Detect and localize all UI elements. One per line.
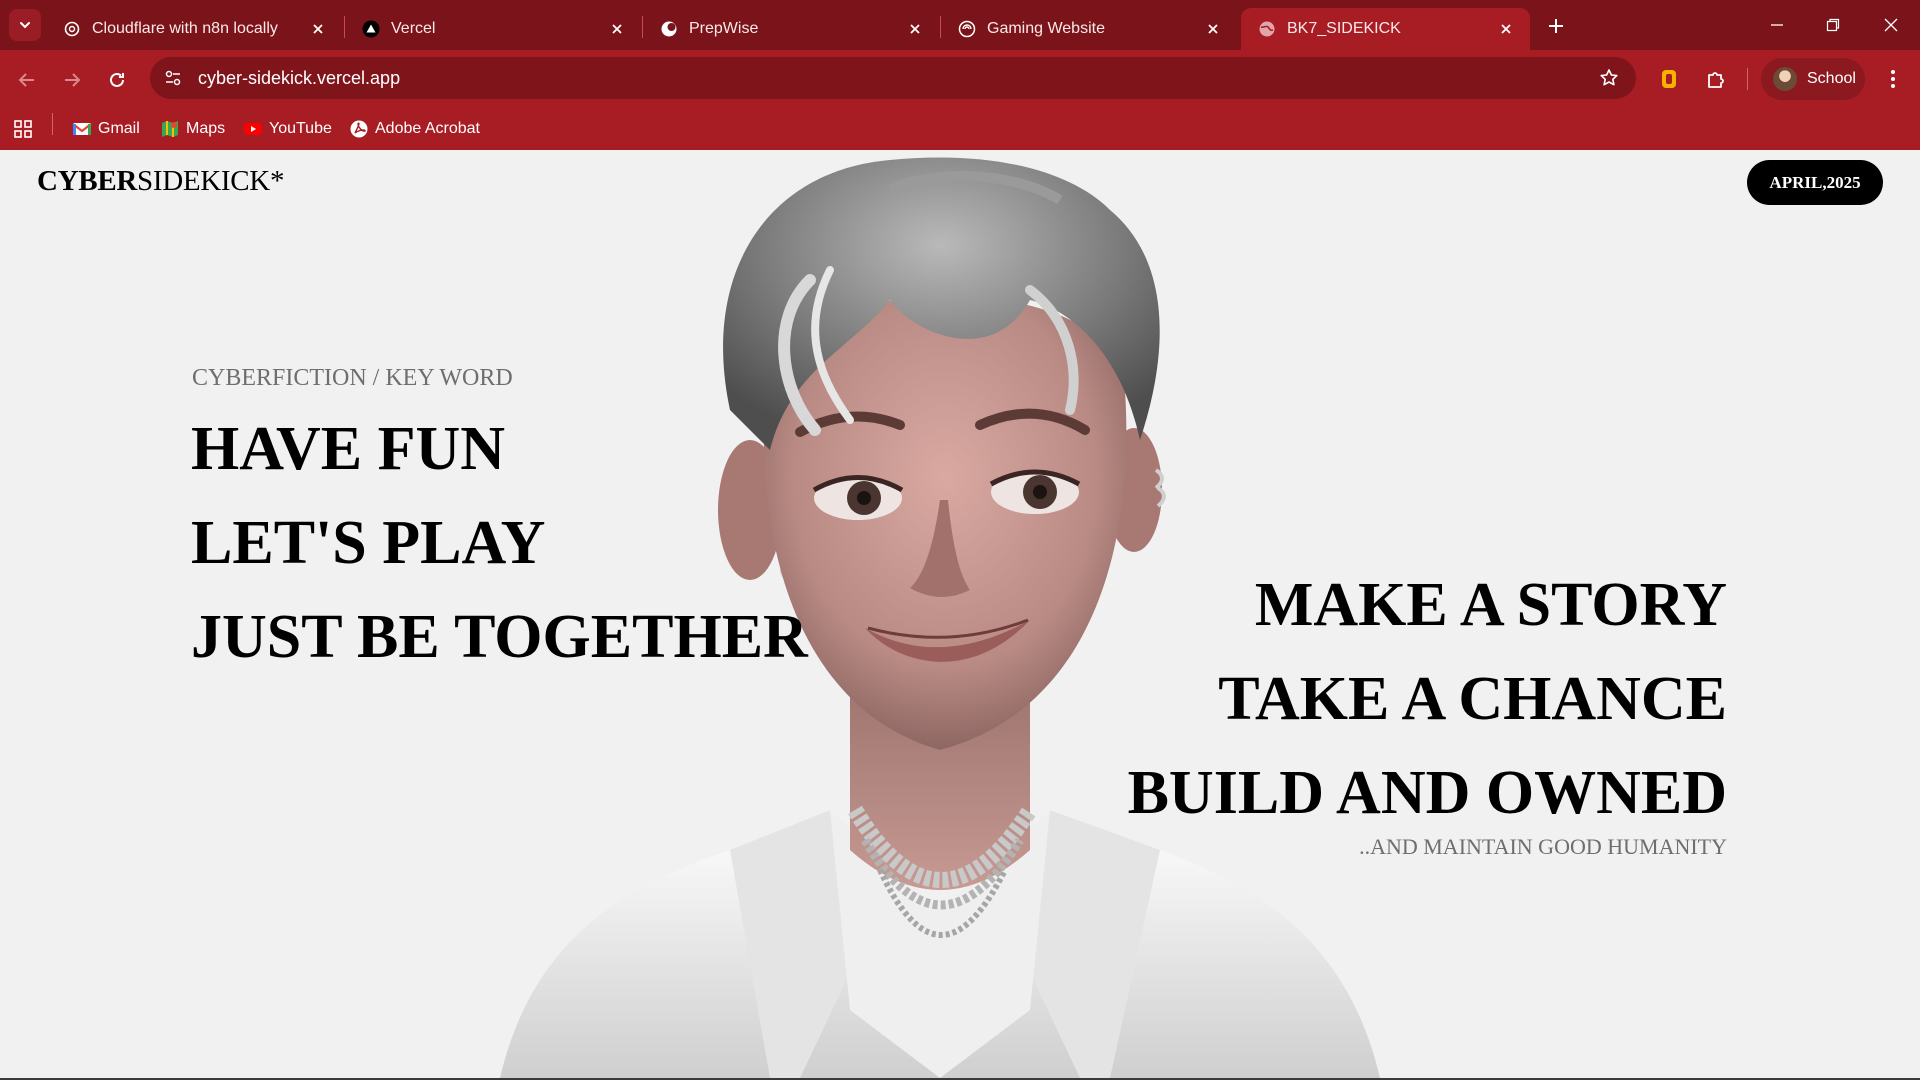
globe-icon	[1257, 19, 1277, 39]
site-logo[interactable]: CYBERSIDEKICK*	[37, 165, 284, 198]
tab-bk7-sidekick[interactable]: BK7_SIDEKICK	[1241, 8, 1530, 50]
tab-strip: Cloudflare with n8n locally Vercel PrepW…	[0, 0, 1920, 50]
hero-right-headline: MAKE A STORY TAKE A CHANCE BUILD AND OWN…	[1128, 558, 1727, 840]
headline-line: JUST BE TOGETHER	[191, 603, 808, 671]
toolbar-divider	[1747, 68, 1748, 90]
tab-label: BK7_SIDEKICK	[1287, 20, 1401, 37]
new-tab-button[interactable]	[1543, 13, 1569, 39]
bookmarks-divider	[52, 113, 53, 135]
back-button[interactable]	[13, 66, 41, 94]
plus-icon	[1549, 19, 1563, 33]
close-icon[interactable]	[1496, 19, 1516, 39]
swirl-icon	[957, 19, 977, 39]
hero-left-headline: HAVE FUN LET'S PLAY JUST BE TOGETHER	[191, 402, 808, 684]
restore-button[interactable]	[1820, 12, 1846, 38]
bookmark-gmail[interactable]: Gmail	[72, 118, 140, 140]
close-icon[interactable]	[905, 19, 925, 39]
avatar	[1773, 67, 1797, 91]
tab-cloudflare-n8n[interactable]: Cloudflare with n8n locally	[46, 8, 342, 50]
close-icon	[1884, 18, 1898, 32]
bookmark-maps[interactable]: Maps	[160, 118, 225, 140]
reload-button[interactable]	[103, 66, 131, 94]
tab-label: PrepWise	[689, 20, 759, 37]
hero-kicker: CYBERFICTION / KEY WORD	[192, 365, 513, 391]
bookmark-adobe-acrobat[interactable]: Adobe Acrobat	[349, 118, 480, 140]
forward-button[interactable]	[58, 66, 86, 94]
apps-button[interactable]	[13, 118, 33, 140]
extension-badge-icon[interactable]	[1655, 65, 1683, 93]
url-text[interactable]: cyber-sidekick.vercel.app	[198, 68, 400, 89]
profile-label: School	[1807, 70, 1856, 87]
more-vertical-icon	[1891, 70, 1895, 88]
tab-search-button[interactable]	[9, 9, 41, 41]
tab-label: Vercel	[391, 20, 436, 37]
prepwise-icon	[659, 19, 679, 39]
hero-text-layer: CYBERSIDEKICK* APRIL,2025 CYBERFICTION /…	[0, 150, 1920, 1078]
extensions-puzzle-icon[interactable]	[1702, 65, 1730, 93]
bookmark-star-icon[interactable]	[1598, 67, 1620, 89]
close-icon[interactable]	[1203, 19, 1223, 39]
gmail-icon	[72, 119, 92, 139]
restore-icon	[1826, 18, 1840, 32]
close-icon[interactable]	[308, 19, 328, 39]
tab-label: Cloudflare with n8n locally	[92, 20, 278, 37]
browser-menu-button[interactable]	[1879, 65, 1907, 93]
maps-icon	[160, 119, 180, 139]
close-icon[interactable]	[607, 19, 627, 39]
headline-line: BUILD AND OWNED	[1127, 759, 1727, 827]
site-settings-icon[interactable]	[162, 67, 184, 89]
acrobat-icon	[349, 119, 369, 139]
tab-gaming-website[interactable]: Gaming Website	[941, 8, 1237, 50]
bookmark-youtube[interactable]: YouTube	[243, 118, 332, 140]
bookmarks-bar: Gmail Maps YouTube Adobe Acrobat	[0, 108, 1920, 150]
logo-bold-text: CYBER	[37, 165, 138, 197]
reload-icon	[110, 72, 124, 87]
hero-tagline: ..AND MAINTAIN GOOD HUMANITY	[1359, 834, 1727, 859]
youtube-icon	[243, 119, 263, 139]
bookmark-label: Adobe Acrobat	[375, 120, 480, 137]
bookmark-label: YouTube	[269, 120, 332, 137]
chevron-down-icon	[20, 22, 30, 29]
headline-line: HAVE FUN	[191, 415, 506, 483]
apps-grid-icon	[14, 120, 32, 138]
close-window-button[interactable]	[1878, 12, 1904, 38]
tab-vercel[interactable]: Vercel	[345, 8, 641, 50]
date-badge-button[interactable]: APRIL,2025	[1747, 160, 1883, 205]
bookmark-label: Gmail	[98, 120, 140, 137]
tab-prepwise[interactable]: PrepWise	[643, 8, 939, 50]
vercel-icon	[361, 19, 381, 39]
headline-line: LET'S PLAY	[191, 509, 546, 577]
web-page: CYBERSIDEKICK* APRIL,2025 CYBERFICTION /…	[0, 150, 1920, 1078]
minimize-icon	[1771, 24, 1783, 26]
profile-button[interactable]: School	[1761, 58, 1865, 100]
bookmark-label: Maps	[186, 120, 226, 137]
openai-icon	[62, 19, 82, 39]
headline-line: TAKE A CHANCE	[1218, 665, 1727, 733]
logo-regular-text: SIDEKICK*	[137, 165, 285, 197]
arrow-left-icon	[18, 73, 34, 87]
tab-label: Gaming Website	[987, 20, 1105, 37]
minimize-button[interactable]	[1764, 12, 1790, 38]
address-bar[interactable]: cyber-sidekick.vercel.app	[150, 57, 1636, 99]
arrow-right-icon	[65, 73, 81, 87]
headline-line: MAKE A STORY	[1254, 571, 1727, 639]
browser-toolbar: cyber-sidekick.vercel.app School	[0, 50, 1920, 108]
